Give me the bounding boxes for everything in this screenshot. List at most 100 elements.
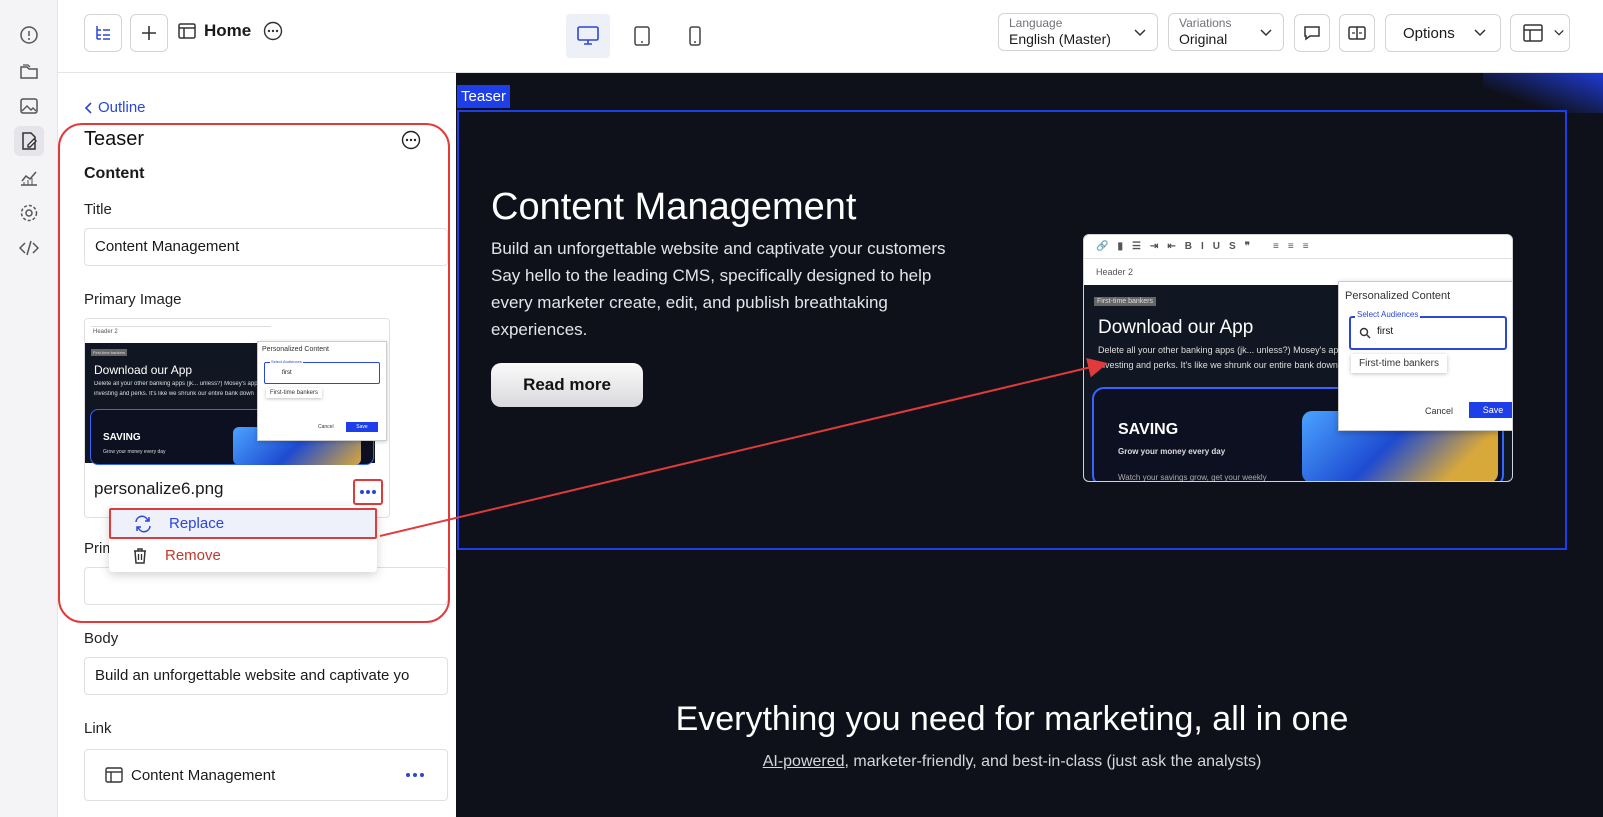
thumb-text-2: investing and perks. It's like we shrunk… — [94, 391, 254, 397]
block-title: Teaser — [84, 128, 145, 150]
settings-icon[interactable] — [14, 198, 44, 228]
outline-back-link[interactable]: Outline — [84, 99, 146, 116]
mock-popup-field-label: Select Audiences — [1355, 310, 1421, 319]
desktop-icon — [577, 26, 599, 45]
mock-saving: SAVING — [1118, 421, 1179, 438]
replace-menu-item[interactable]: Replace — [109, 508, 377, 539]
thumb-popup: Personalized Content Select Audiences fi… — [257, 341, 387, 441]
decorative-stripe — [1483, 73, 1603, 113]
mobile-icon — [689, 26, 701, 46]
layout-icon — [1523, 24, 1543, 42]
image-filename: personalize6.png — [94, 479, 224, 498]
compare-icon — [1348, 26, 1366, 40]
options-button[interactable]: Options — [1385, 14, 1501, 52]
read-more-button[interactable]: Read more — [491, 363, 643, 407]
thumb-heading: Download our App — [94, 363, 193, 377]
chevron-down-icon — [1134, 29, 1146, 37]
teaser-block-tag[interactable]: Teaser — [457, 85, 511, 108]
thumb-header-select: Header 2 — [93, 329, 118, 335]
tablet-view-button[interactable] — [620, 14, 664, 58]
thumb-text-1: Delete all your other banking apps (jk..… — [94, 381, 258, 387]
search-icon — [1359, 327, 1371, 339]
plus-icon — [142, 26, 156, 40]
tree-icon — [96, 26, 110, 40]
thumb-popup-query: first — [282, 370, 292, 376]
body-field[interactable]: Build an unforgettable website and capti… — [84, 657, 448, 695]
page-title: Home — [204, 21, 252, 40]
content-section-heading: Content — [84, 165, 145, 182]
mock-popup: Personalized Content Select Audiences fi… — [1338, 281, 1512, 431]
teaser-image[interactable]: 🔗 ▮ ☰ ⇥ ⇤ B I U S ❞ ≡ ≡ ≡ Header 2 First-time banker… — [1083, 234, 1513, 482]
thumb-popup-option: First-time bankers — [266, 388, 322, 398]
mock-popup-query: first — [1377, 326, 1394, 337]
hero-title[interactable]: Content Management — [491, 186, 856, 229]
language-label: Language — [1009, 16, 1063, 30]
replace-icon — [135, 515, 151, 532]
options-label: Options — [1403, 24, 1455, 42]
thumb-save: Save — [346, 422, 378, 432]
thumb-popup-field-label: Select Audiences — [270, 359, 303, 364]
block-more-icon[interactable] — [401, 130, 421, 150]
compare-button[interactable] — [1339, 14, 1375, 52]
mock-text-1: Delete all your other banking apps (jk..… — [1098, 345, 1338, 355]
outline-tree-button[interactable] — [84, 14, 122, 52]
primary-secondary-field[interactable] — [84, 567, 448, 605]
trash-icon — [134, 547, 146, 564]
layout-button[interactable] — [1510, 14, 1570, 52]
thumb-cancel: Cancel — [318, 424, 334, 430]
language-value: English (Master) — [1009, 31, 1111, 47]
link-card[interactable]: Content Management — [84, 749, 448, 801]
hero-body[interactable]: Build an unforgettable website and capti… — [491, 235, 961, 343]
thumb-saving-sub: Grow your money every day — [103, 449, 166, 455]
thumb-popup-title: Personalized Content — [262, 346, 329, 353]
image-actions-menu: Replace Remove — [109, 506, 377, 572]
analytics-icon[interactable] — [14, 163, 44, 193]
top-bar: Home Language English (Master) Variation… — [58, 0, 1603, 73]
properties-panel: Outline Teaser Content Title Content Man… — [58, 73, 456, 817]
mock-heading: Download our App — [1098, 317, 1254, 338]
mock-header-select: Header 2 — [1096, 267, 1134, 277]
folders-icon[interactable] — [14, 56, 44, 86]
primary-image-card[interactable]: Header 2 First-time bankers Download our… — [84, 318, 390, 518]
title-field[interactable]: Content Management — [84, 228, 448, 266]
comment-icon — [1304, 26, 1320, 41]
info-icon[interactable] — [14, 20, 44, 50]
edit-content-icon[interactable] — [14, 126, 44, 156]
code-icon[interactable] — [14, 233, 44, 263]
replace-label: Replace — [169, 515, 225, 532]
mobile-view-button[interactable] — [673, 14, 717, 58]
remove-menu-item[interactable]: Remove — [109, 540, 377, 571]
chevron-down-icon — [1554, 29, 1564, 36]
page-title-area: Home — [178, 21, 283, 41]
ai-powered-link[interactable]: AI-powered — [763, 753, 845, 770]
variations-select[interactable]: Variations Original — [1168, 13, 1284, 51]
mock-text-2: investing and perks. It's like we shrunk… — [1098, 360, 1338, 370]
mock-saving-sub: Grow your money every day — [1118, 447, 1226, 456]
comments-button[interactable] — [1294, 14, 1330, 52]
section2-title[interactable]: Everything you need for marketing, all i… — [456, 700, 1568, 739]
mock-saving-more: Watch your savings grow, get your weekly — [1118, 473, 1267, 482]
outline-label: Outline — [98, 99, 146, 116]
mock-cancel: Cancel — [1425, 406, 1454, 416]
link-value: Content Management — [131, 766, 276, 784]
mock-save: Save — [1469, 402, 1512, 418]
link-more-icon[interactable] — [405, 772, 425, 778]
image-thumbnail: Header 2 First-time bankers Download our… — [85, 319, 389, 465]
chevron-down-icon — [1474, 29, 1486, 37]
left-rail — [0, 0, 58, 817]
remove-label: Remove — [165, 547, 221, 564]
tablet-icon — [634, 26, 650, 46]
body-field-label: Body — [84, 630, 119, 647]
add-button[interactable] — [130, 14, 168, 52]
language-select[interactable]: Language English (Master) — [998, 13, 1158, 51]
link-field-label: Link — [84, 720, 112, 737]
section2-subtitle[interactable]: AI-powered, marketer-friendly, and best-… — [456, 753, 1568, 771]
desktop-view-button[interactable] — [566, 14, 610, 58]
chevron-down-icon — [1260, 29, 1272, 37]
section2-subtitle-rest: , marketer-friendly, and best-in-class (… — [844, 753, 1262, 770]
page-layout-icon — [178, 23, 196, 39]
mock-banner-tag: First-time bankers — [1094, 297, 1157, 306]
more-options-icon[interactable] — [263, 21, 283, 41]
image-more-button[interactable] — [353, 479, 383, 505]
media-icon[interactable] — [14, 91, 44, 121]
